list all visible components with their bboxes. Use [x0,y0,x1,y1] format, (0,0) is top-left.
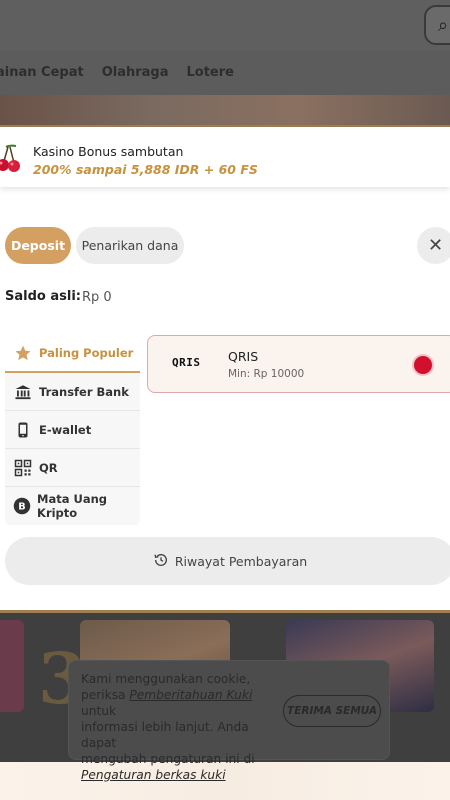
close-button[interactable]: ✕ [417,227,450,264]
payment-option-min: Min: Rp 10000 [228,368,305,380]
site-header [0,0,450,50]
tab-deposit[interactable]: Deposit [5,227,71,264]
bitcoin-icon: B [13,496,31,516]
payment-method-list: Paling Populer Transfer Bank E-wallet QR… [5,335,140,525]
method-item-crypto[interactable]: B Mata Uang Kripto [5,487,140,525]
close-icon: ✕ [427,235,444,256]
star-icon [13,343,33,363]
cookie-settings-link[interactable]: Pengaturan berkas kuki [81,767,281,783]
history-label: Riwayat Pembayaran [174,553,308,569]
payment-option-qris[interactable]: QRIS QRIS Min: Rp 10000 [147,335,450,393]
promo-banner [0,95,450,127]
qris-logo: QRIS [172,356,201,369]
method-label: E-wallet [39,422,92,437]
search-icon: ⌕ [438,15,449,36]
svg-text:B: B [18,501,25,512]
qr-icon [13,458,33,478]
tab-withdraw[interactable]: Penarikan dana [76,227,184,264]
method-item-bank-transfer[interactable]: Transfer Bank [5,373,140,411]
bonus-title: Kasino Bonus sambutan [33,144,184,159]
wallet-icon [13,420,33,440]
method-label: Paling Populer [39,346,134,360]
method-item-popular[interactable]: Paling Populer [5,335,140,373]
cookie-notice-link[interactable]: Pemberitahuan Kuki [129,688,252,702]
bonus-subtitle: 200% sampai 5,888 IDR + 60 FS [33,162,258,177]
gold-divider [0,610,450,613]
method-item-ewallet[interactable]: E-wallet [5,411,140,449]
balance-label: Saldo asli: [5,289,81,304]
method-item-qr[interactable]: QR [5,449,140,487]
game-tile[interactable] [0,620,24,712]
method-label: Mata Uang Kripto [37,492,108,520]
cherry-icon [0,144,20,172]
method-label: Transfer Bank [39,384,129,399]
history-icon [153,552,169,571]
method-label: QR [39,460,58,475]
selected-radio[interactable] [414,356,432,374]
balance-value: Rp 0 [82,290,112,305]
nav-item-lottery[interactable]: Lotere [186,65,233,80]
search-button[interactable]: ⌕ [424,5,450,45]
welcome-bonus-banner[interactable]: Kasino Bonus sambutan 200% sampai 5,888 … [0,127,450,187]
nav-item-quick-games[interactable]: ainan Cepat [0,65,84,80]
accept-all-cookies-button[interactable]: TERIMA SEMUA [283,695,381,727]
deposit-modal: Kasino Bonus sambutan 200% sampai 5,888 … [0,127,450,613]
bank-icon [13,382,33,402]
payment-history-button[interactable]: Riwayat Pembayaran [5,537,450,585]
nav-item-sports[interactable]: Olahraga [102,65,169,80]
category-nav: ainan Cepat Olahraga Lotere [0,50,450,95]
payment-option-name: QRIS [228,349,259,364]
cookie-banner: Kami menggunakan cookie, periksa Pemberi… [68,660,390,782]
cookie-text: Kami menggunakan cookie, periksa Pemberi… [81,671,281,783]
